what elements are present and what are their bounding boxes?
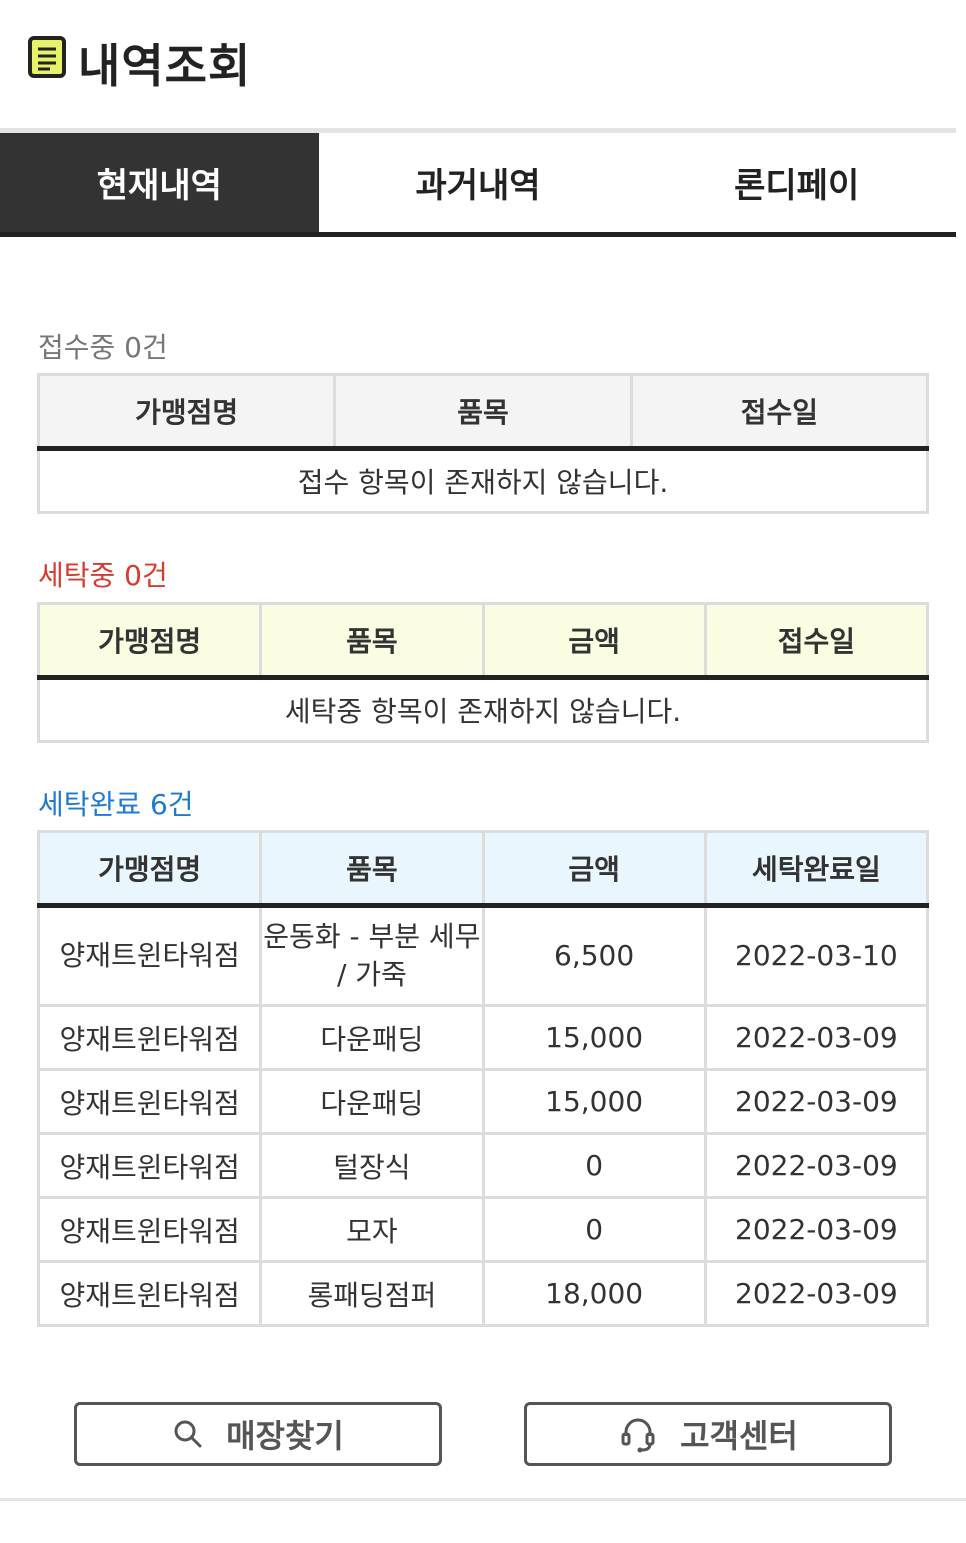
date-cell: 2022-03-09 (703, 1004, 930, 1071)
footer-divider (0, 1498, 966, 1501)
completed-count-label: 세탁완료 6건 (38, 788, 194, 821)
store-cell: 양재트윈타워점 (36, 1196, 263, 1263)
item-cell: 다운패딩 (259, 1004, 485, 1071)
column-header-amount: 금액 (481, 830, 707, 908)
column-header-amount: 금액 (481, 602, 707, 680)
amount-cell: 18,000 (481, 1260, 707, 1327)
column-header-store: 가맹점명 (36, 373, 337, 451)
table-row: 양재트윈타워점 운동화 - 부분 세무 / 가죽 6,500 2022-03-1… (36, 904, 930, 1007)
table-row: 양재트윈타워점 모자 0 2022-03-09 (36, 1196, 930, 1263)
received-count-label: 접수중 0건 (38, 331, 168, 364)
column-header-item: 품목 (259, 830, 485, 908)
headset-icon (621, 1418, 655, 1453)
date-cell: 2022-03-09 (703, 1132, 930, 1199)
customer-center-button[interactable]: 고객센터 (524, 1402, 892, 1466)
item-cell: 다운패딩 (259, 1068, 485, 1135)
tab-past[interactable]: 과거내역 (318, 133, 638, 232)
table-row: 양재트윈타워점 털장식 0 2022-03-09 (36, 1132, 930, 1199)
amount-cell: 6,500 (481, 904, 707, 1007)
completed-table: 가맹점명 품목 금액 세탁완료일 양재트윈타워점 운동화 - 부분 세무 / 가… (36, 830, 930, 1327)
page-header: 내역조회 (0, 0, 966, 128)
amount-cell: 15,000 (481, 1004, 707, 1071)
item-cell: 털장식 (259, 1132, 485, 1199)
washing-table: 가맹점명 품목 금액 접수일 세탁중 항목이 존재하지 않습니다. (36, 602, 930, 743)
received-empty-message: 접수 항목이 존재하지 않습니다. (37, 447, 929, 514)
column-header-store: 가맹점명 (36, 602, 263, 680)
customer-center-label: 고객센터 (680, 1417, 798, 1455)
tab-bar: 현재내역 과거내역 론디페이 (0, 133, 957, 237)
date-cell: 2022-03-09 (703, 1260, 930, 1327)
item-cell: 모자 (259, 1196, 485, 1263)
column-header-item: 품목 (259, 602, 485, 680)
washing-count-label: 세탁중 0건 (38, 559, 168, 592)
item-cell: 롱패딩점퍼 (259, 1260, 485, 1327)
store-cell: 양재트윈타워점 (36, 1068, 263, 1135)
find-store-label: 매장찾기 (226, 1417, 344, 1455)
tab-current[interactable]: 현재내역 (0, 133, 319, 232)
received-table: 가맹점명 품목 접수일 접수 항목이 존재하지 않습니다. (36, 373, 930, 514)
item-cell: 운동화 - 부분 세무 / 가죽 (259, 904, 485, 1007)
date-cell: 2022-03-09 (703, 1196, 930, 1263)
amount-cell: 0 (481, 1132, 707, 1199)
page-title: 내역조회 (78, 39, 252, 93)
amount-cell: 0 (481, 1196, 707, 1263)
store-cell: 양재트윈타워점 (36, 1260, 263, 1327)
column-header-item: 품목 (333, 373, 633, 451)
column-header-store: 가맹점명 (36, 830, 263, 908)
tab-laundypay[interactable]: 론디페이 (637, 133, 957, 232)
store-cell: 양재트윈타워점 (36, 904, 263, 1007)
table-row: 양재트윈타워점 롱패딩점퍼 18,000 2022-03-09 (36, 1260, 930, 1327)
date-cell: 2022-03-10 (703, 904, 930, 1007)
washing-empty-message: 세탁중 항목이 존재하지 않습니다. (37, 676, 929, 743)
find-store-button[interactable]: 매장찾기 (74, 1402, 442, 1466)
column-header-completed-date: 세탁완료일 (703, 830, 930, 908)
store-cell: 양재트윈타워점 (36, 1004, 263, 1071)
search-icon (174, 1420, 202, 1448)
table-row: 양재트윈타워점 다운패딩 15,000 2022-03-09 (36, 1004, 930, 1071)
document-icon (28, 36, 66, 78)
store-cell: 양재트윈타워점 (36, 1132, 263, 1199)
column-header-received-date: 접수일 (629, 373, 930, 451)
table-row: 양재트윈타워점 다운패딩 15,000 2022-03-09 (36, 1068, 930, 1135)
amount-cell: 15,000 (481, 1068, 707, 1135)
date-cell: 2022-03-09 (703, 1068, 930, 1135)
column-header-received-date: 접수일 (703, 602, 930, 680)
